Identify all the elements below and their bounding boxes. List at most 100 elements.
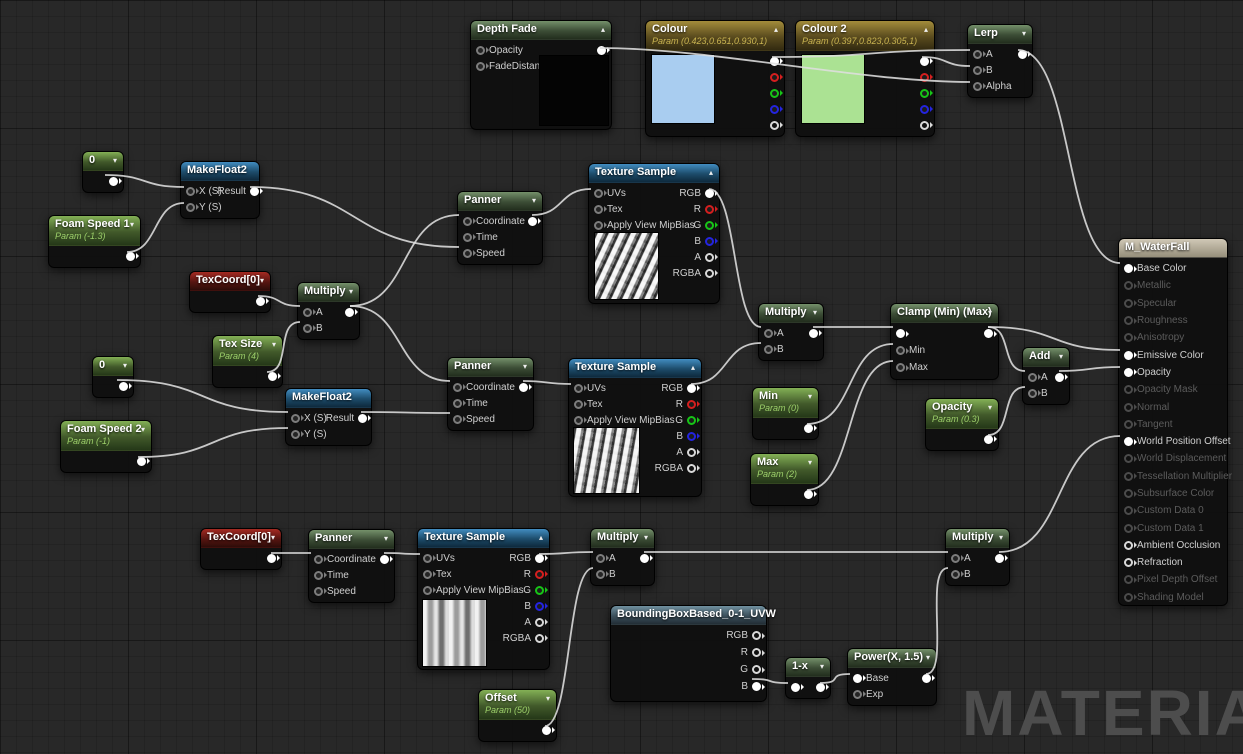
node-header[interactable]: Tex Size Param (4) ▾: [213, 336, 282, 366]
output-pin-g[interactable]: [687, 415, 696, 425]
input-pin-opacity[interactable]: [1124, 367, 1133, 377]
node-texture-sample-c[interactable]: Texture Sample ▴ UVs RGB Tex R Apply View MipB…: [417, 528, 550, 670]
node-panner-b[interactable]: Panner ▾ Coordinate Time Speed: [447, 357, 534, 431]
output-pin-rgb[interactable]: [687, 383, 696, 393]
collapse-chevron-down-icon[interactable]: ▾: [644, 531, 648, 544]
node-texture-sample-b[interactable]: Texture Sample ▴ UVs RGB Tex R Apply View MipB…: [568, 358, 702, 497]
collapse-chevron-down-icon[interactable]: ▾: [988, 401, 992, 414]
input-pin-apply-view-mipbias[interactable]: [423, 585, 432, 595]
input-pin-emissive-color[interactable]: [1124, 350, 1133, 360]
input-pin-time[interactable]: [314, 570, 323, 580]
collapse-chevron-down-icon[interactable]: ▾: [1022, 27, 1026, 40]
output-pin-rgba[interactable]: [687, 463, 696, 473]
input-pin[interactable]: [791, 682, 800, 692]
node-opacity[interactable]: Opacity Param (0.3) ▾: [925, 398, 999, 451]
input-pin-base[interactable]: [853, 673, 862, 683]
node-add[interactable]: Add ▾ A B: [1022, 347, 1070, 405]
output-pin[interactable]: [920, 56, 929, 66]
collapse-chevron-down-icon[interactable]: ▾: [532, 194, 536, 207]
node-header[interactable]: 0 ▾: [83, 152, 123, 171]
output-pin[interactable]: [920, 120, 929, 130]
node-header[interactable]: Max Param (2) ▾: [751, 454, 818, 484]
input-pin-uvs[interactable]: [423, 553, 432, 563]
node-header[interactable]: TexCoord[0] ▾: [201, 529, 281, 548]
output-pin[interactable]: [920, 72, 929, 82]
output-pin-g[interactable]: [535, 585, 545, 595]
node-header[interactable]: Colour 2 Param (0.397,0.823,0.305,1) ▴: [796, 21, 934, 51]
collapse-chevron-down-icon[interactable]: ▾: [1059, 350, 1063, 363]
node-boundingbox-uvw[interactable]: BoundingBoxBased_0-1_UVW RGB R G B: [610, 605, 776, 702]
node-header[interactable]: Panner ▾: [448, 358, 533, 377]
input-pin-world-displacement[interactable]: [1124, 454, 1133, 464]
input-pin-pixel-depth-offset[interactable]: [1124, 575, 1133, 585]
output-pin[interactable]: [345, 307, 354, 317]
output-pin[interactable]: [770, 72, 779, 82]
input-pin-a[interactable]: [596, 553, 605, 563]
node-header[interactable]: Colour Param (0.423,0.651,0.930,1) ▴: [646, 21, 784, 51]
node-header[interactable]: Multiply ▾: [946, 529, 1009, 548]
node-header[interactable]: M_WaterFall: [1119, 239, 1227, 258]
output-pin[interactable]: [816, 682, 825, 692]
input-pin-speed[interactable]: [314, 586, 323, 596]
input-pin-tex[interactable]: [574, 399, 583, 409]
collapse-chevron-down-icon[interactable]: ▾: [113, 154, 117, 167]
node-header[interactable]: Multiply ▾: [591, 529, 654, 548]
output-pin[interactable]: [380, 554, 389, 564]
output-pin[interactable]: [256, 296, 265, 306]
output-pin-rgba[interactable]: [535, 633, 544, 643]
output-pin[interactable]: [597, 45, 606, 55]
node-header[interactable]: Foam Speed 1 Param (-1.3) ▾: [49, 216, 140, 246]
input-pin-a[interactable]: [764, 328, 773, 338]
input-pin[interactable]: [896, 329, 905, 338]
collapse-chevron-up-icon[interactable]: ▴: [774, 23, 778, 36]
output-pin[interactable]: [137, 456, 146, 466]
output-pin-g[interactable]: [752, 665, 761, 674]
input-pin-roughness[interactable]: [1124, 316, 1133, 326]
input-pin-shading-model[interactable]: [1124, 592, 1133, 602]
collapse-chevron-down-icon[interactable]: ▾: [988, 306, 992, 319]
node-offset[interactable]: Offset Param (50) ▾: [478, 689, 557, 742]
output-pin-b[interactable]: [687, 431, 696, 441]
node-header[interactable]: Clamp (Min) (Max) ▾: [891, 304, 998, 323]
node-makefloat2-b[interactable]: MakeFloat2 X (S) Result Y (S): [285, 388, 372, 446]
output-pin[interactable]: [770, 104, 779, 114]
input-pin-y-s[interactable]: [291, 429, 300, 439]
input-pin-normal[interactable]: [1124, 402, 1133, 412]
output-pin[interactable]: [809, 328, 818, 338]
node-header[interactable]: Power(X, 1.5) ▾: [848, 649, 936, 668]
node-texcoord-0-b[interactable]: TexCoord[0] ▾: [200, 528, 282, 570]
node-multiply-c[interactable]: Multiply ▾ A B: [590, 528, 655, 586]
input-pin-coordinate[interactable]: [463, 216, 472, 226]
node-colour-2[interactable]: Colour 2 Param (0.397,0.823,0.305,1) ▴: [795, 20, 935, 137]
collapse-chevron-down-icon[interactable]: ▾: [813, 306, 817, 319]
node-header[interactable]: 1-x ▾: [786, 658, 830, 677]
output-pin-result[interactable]: [358, 413, 368, 423]
node-header[interactable]: Depth Fade ▴: [471, 21, 611, 40]
output-pin-rgba[interactable]: [705, 268, 714, 278]
input-pin-b[interactable]: [973, 65, 982, 75]
output-pin-b[interactable]: [705, 236, 714, 246]
input-pin-subsurface-color[interactable]: [1124, 489, 1133, 498]
collapse-chevron-down-icon[interactable]: ▾: [808, 390, 812, 403]
node-max[interactable]: Max Param (2) ▾: [750, 453, 819, 506]
input-pin-b[interactable]: [764, 344, 773, 354]
output-pin-a[interactable]: [535, 617, 544, 627]
node-header[interactable]: 0 ▾: [93, 357, 133, 376]
node-header[interactable]: Foam Speed 2 Param (-1) ▾: [61, 421, 151, 451]
input-pin-apply-view-mipbias[interactable]: [594, 220, 603, 230]
node-header[interactable]: Opacity Param (0.3) ▾: [926, 399, 998, 429]
output-pin[interactable]: [770, 56, 779, 66]
input-pin-a[interactable]: [303, 307, 312, 317]
output-pin-r[interactable]: [687, 399, 696, 409]
node-header[interactable]: Texture Sample ▴: [569, 359, 701, 378]
output-pin[interactable]: [1018, 49, 1027, 59]
node-panner-a[interactable]: Panner ▾ Coordinate Time Speed: [457, 191, 543, 265]
output-pin[interactable]: [126, 251, 135, 261]
node-const-0-a[interactable]: 0 ▾: [82, 151, 124, 193]
collapse-chevron-down-icon[interactable]: ▾: [271, 531, 275, 544]
input-pin-y-s[interactable]: [186, 202, 195, 212]
output-pin-rgb[interactable]: [705, 188, 714, 198]
input-pin-uvs[interactable]: [594, 188, 603, 198]
input-pin-metallic[interactable]: [1124, 281, 1133, 291]
input-pin-tessellation-multiplier[interactable]: [1124, 471, 1133, 481]
